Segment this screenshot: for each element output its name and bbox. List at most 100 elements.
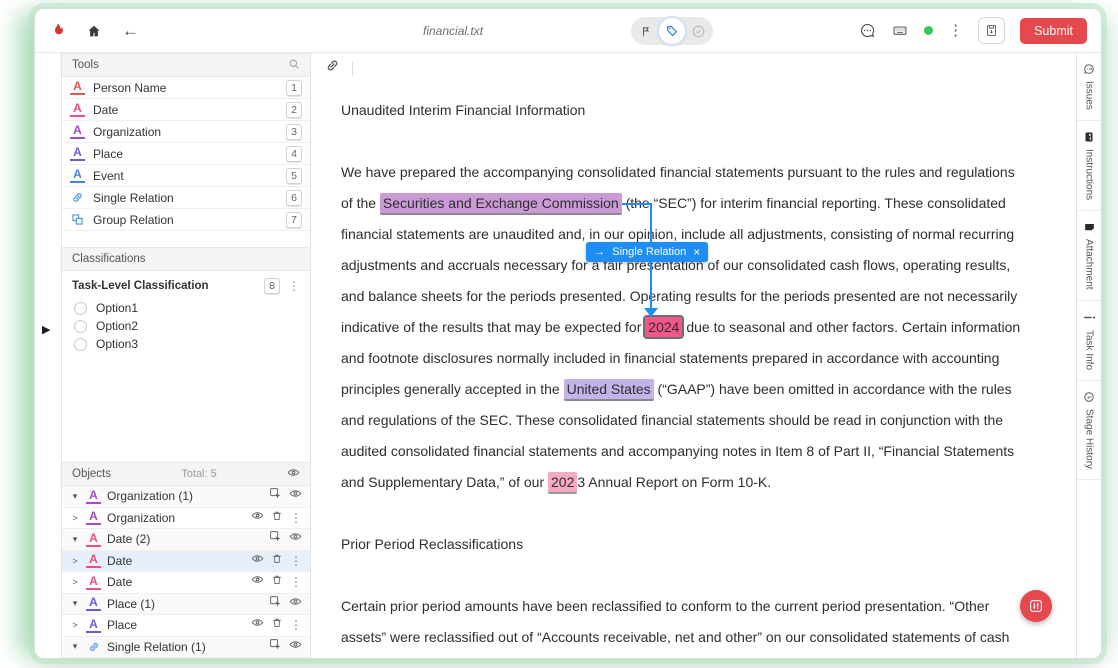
entity-2023[interactable]: 202 bbox=[548, 472, 577, 494]
create-relation-link-icon[interactable] bbox=[325, 58, 340, 78]
home-button[interactable] bbox=[86, 23, 102, 39]
tool-group-relation[interactable]: Group Relation 7 bbox=[62, 209, 310, 231]
doc-heading: Prior Period Reclassifications bbox=[341, 529, 1056, 560]
review-mode-icon[interactable] bbox=[685, 18, 711, 44]
comments-icon[interactable] bbox=[859, 22, 876, 39]
mode-switcher bbox=[631, 17, 713, 45]
collapse-caret-icon[interactable]: ▾ bbox=[70, 534, 80, 545]
visibility-eye-icon[interactable] bbox=[289, 595, 302, 613]
task-level-classification-panel: Task-Level Classification 8 ⋮ Option1 Op… bbox=[62, 271, 310, 357]
tool-organization[interactable]: A Organization 3 bbox=[62, 121, 310, 143]
single-relation-link-icon bbox=[86, 641, 101, 653]
collapse-caret-icon[interactable]: ▾ bbox=[70, 641, 80, 652]
more-options-menu[interactable]: ⋮ bbox=[948, 23, 963, 38]
toggle-all-visibility-eye-icon[interactable] bbox=[287, 466, 300, 482]
tab-task-info[interactable]: Task Info bbox=[1077, 301, 1101, 381]
annotation-window: ← financial.txt ⋮ bbox=[34, 8, 1102, 659]
tools-search-icon[interactable] bbox=[288, 58, 300, 73]
document-text: Unaudited Interim Financial Information … bbox=[311, 83, 1076, 653]
collapse-caret-icon[interactable]: ▾ bbox=[70, 598, 80, 609]
select-region-icon[interactable] bbox=[269, 595, 282, 613]
object-group-organization[interactable]: ▾ A Organization (1) bbox=[62, 486, 310, 508]
classification-menu[interactable]: ⋮ bbox=[288, 280, 300, 292]
expand-caret-icon[interactable]: > bbox=[70, 577, 80, 587]
collapse-caret-icon[interactable]: ▾ bbox=[70, 491, 80, 502]
visibility-eye-icon[interactable] bbox=[289, 487, 302, 505]
shortcut-badge: 7 bbox=[286, 212, 302, 228]
place-entity-icon: A bbox=[86, 596, 101, 611]
submit-button[interactable]: Submit bbox=[1020, 18, 1087, 44]
row-menu-icon[interactable]: ⋮ bbox=[290, 619, 302, 631]
attachment-icon bbox=[1083, 222, 1095, 233]
row-menu-icon[interactable]: ⋮ bbox=[290, 576, 302, 588]
tool-place[interactable]: A Place 4 bbox=[62, 143, 310, 165]
display-settings-fab[interactable] bbox=[1020, 590, 1052, 622]
flag-mode-icon[interactable] bbox=[633, 18, 659, 44]
row-menu-icon[interactable]: ⋮ bbox=[290, 512, 302, 524]
classifications-section-header: Classifications bbox=[62, 247, 310, 271]
toolbar-divider bbox=[352, 61, 353, 76]
object-group-date[interactable]: ▾ A Date (2) bbox=[62, 529, 310, 551]
radio-circle[interactable] bbox=[74, 320, 87, 333]
select-region-icon[interactable] bbox=[269, 638, 282, 656]
save-draft-button[interactable] bbox=[978, 17, 1005, 44]
shortcut-badge: 1 bbox=[286, 80, 302, 96]
object-item-date[interactable]: > A Date ⋮ bbox=[62, 572, 310, 594]
delete-trash-icon[interactable] bbox=[271, 509, 283, 527]
radio-option3[interactable]: Option3 bbox=[72, 335, 300, 353]
back-button[interactable]: ← bbox=[122, 22, 139, 39]
single-relation-link-icon bbox=[70, 191, 85, 204]
expand-caret-icon[interactable]: > bbox=[70, 556, 80, 566]
radio-option2[interactable]: Option2 bbox=[72, 317, 300, 335]
tab-stage-history[interactable]: Stage History bbox=[1077, 381, 1101, 480]
tab-issues[interactable]: Issues bbox=[1077, 53, 1101, 121]
object-item-date-selected[interactable]: > A Date ⋮ bbox=[62, 551, 310, 573]
entity-2024[interactable]: 2024 bbox=[645, 317, 682, 337]
expand-caret-icon[interactable]: > bbox=[70, 513, 80, 523]
tab-instructions[interactable]: Instructions bbox=[1077, 121, 1101, 211]
select-region-icon[interactable] bbox=[269, 487, 282, 505]
place-entity-icon: A bbox=[86, 618, 101, 633]
radio-circle[interactable] bbox=[74, 302, 87, 315]
visibility-eye-icon[interactable] bbox=[289, 638, 302, 656]
entity-securities-and-exchange-commission[interactable]: Securities and Exchange Commission bbox=[380, 193, 622, 215]
expand-caret-icon[interactable]: > bbox=[70, 620, 80, 630]
delete-trash-icon[interactable] bbox=[271, 616, 283, 634]
document-pane: Unaudited Interim Financial Information … bbox=[311, 53, 1076, 658]
event-entity-icon: A bbox=[70, 168, 85, 183]
delete-trash-icon[interactable] bbox=[271, 552, 283, 570]
keyboard-shortcuts-icon[interactable] bbox=[891, 23, 909, 38]
relation-delete-icon[interactable]: × bbox=[693, 245, 700, 259]
object-item-place[interactable]: > A Place ⋮ bbox=[62, 615, 310, 637]
visibility-eye-icon[interactable] bbox=[251, 573, 264, 591]
radio-option1[interactable]: Option1 bbox=[72, 299, 300, 317]
shortcut-badge: 6 bbox=[286, 190, 302, 206]
object-group-place[interactable]: ▾ A Place (1) bbox=[62, 594, 310, 616]
visibility-eye-icon[interactable] bbox=[251, 616, 264, 634]
tool-date[interactable]: A Date 2 bbox=[62, 99, 310, 121]
row-menu-icon[interactable]: ⋮ bbox=[290, 555, 302, 567]
visibility-eye-icon[interactable] bbox=[251, 552, 264, 570]
shortcut-badge: 2 bbox=[286, 102, 302, 118]
visibility-eye-icon[interactable] bbox=[251, 509, 264, 527]
shortcut-badge: 4 bbox=[286, 146, 302, 162]
relation-badge[interactable]: → Single Relation × bbox=[586, 242, 708, 262]
organization-entity-icon: A bbox=[86, 489, 101, 504]
visibility-eye-icon[interactable] bbox=[289, 530, 302, 548]
radio-circle[interactable] bbox=[74, 338, 87, 351]
tool-single-relation[interactable]: Single Relation 6 bbox=[62, 187, 310, 209]
shortcut-badge: 8 bbox=[264, 278, 280, 294]
object-group-single-relation[interactable]: ▾ Single Relation (1) bbox=[62, 637, 310, 659]
select-region-icon[interactable] bbox=[269, 530, 282, 548]
label-mode-icon-selected[interactable] bbox=[659, 18, 685, 44]
place-entity-icon: A bbox=[70, 146, 85, 161]
delete-trash-icon[interactable] bbox=[271, 573, 283, 591]
document-title: financial.txt bbox=[423, 9, 483, 53]
tab-attachment[interactable]: Attachment bbox=[1077, 211, 1101, 301]
issues-icon bbox=[1083, 63, 1095, 75]
entity-united-states[interactable]: United States bbox=[564, 379, 654, 401]
sidebar-expand-handle[interactable]: ▶ bbox=[42, 325, 50, 336]
object-item-organization[interactable]: > A Organization ⋮ bbox=[62, 508, 310, 530]
tool-event[interactable]: A Event 5 bbox=[62, 165, 310, 187]
tool-person-name[interactable]: A Person Name 1 bbox=[62, 77, 310, 99]
